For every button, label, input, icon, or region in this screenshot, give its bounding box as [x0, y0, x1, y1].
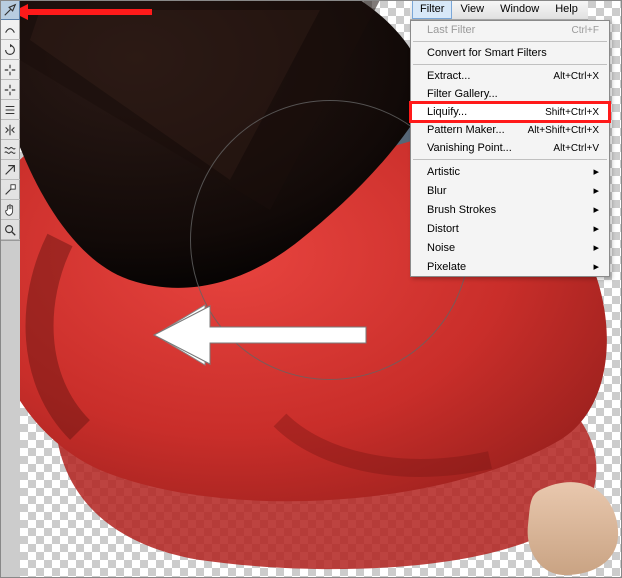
submenu-arrow-icon — [587, 165, 599, 178]
menu-item-label: Distort — [427, 223, 459, 235]
menu-separator — [413, 41, 607, 42]
submenu-arrow-icon — [587, 222, 599, 235]
menu-item-label: Vanishing Point... — [427, 142, 512, 154]
freeze-mask-tool[interactable] — [0, 160, 20, 180]
menu-separator — [413, 64, 607, 65]
menu-item-liquify[interactable]: Liquify... Shift+Ctrl+X — [411, 103, 609, 121]
direction-arrow-icon — [150, 300, 370, 370]
submenu-arrow-icon — [587, 184, 599, 197]
turbulence-tool[interactable] — [0, 140, 20, 160]
callout-arrow-icon — [12, 4, 152, 20]
menu-item-last-filter: Last Filter Ctrl+F — [411, 21, 609, 39]
zoom-tool[interactable] — [0, 220, 20, 240]
menu-item-label: Brush Strokes — [427, 204, 496, 216]
menu-item-noise[interactable]: Noise — [411, 238, 609, 257]
menu-item-vanishing-point[interactable]: Vanishing Point... Alt+Ctrl+V — [411, 139, 609, 157]
filter-dropdown: Last Filter Ctrl+F Convert for Smart Fil… — [410, 20, 610, 277]
menu-item-label: Convert for Smart Filters — [427, 47, 547, 59]
menu-help[interactable]: Help — [547, 0, 586, 19]
menu-window[interactable]: Window — [492, 0, 547, 19]
menu-item-shortcut: Alt+Ctrl+X — [553, 71, 599, 82]
menu-filter[interactable]: Filter — [412, 0, 452, 19]
menubar: Filter View Window Help — [410, 0, 588, 20]
menu-item-distort[interactable]: Distort — [411, 219, 609, 238]
liquify-toolbar — [0, 0, 20, 241]
submenu-arrow-icon — [587, 241, 599, 254]
bloat-tool[interactable] — [0, 80, 20, 100]
menu-item-shortcut: Alt+Shift+Ctrl+X — [528, 125, 599, 136]
menu-item-shortcut: Shift+Ctrl+X — [545, 107, 599, 118]
menu-item-label: Pattern Maker... — [427, 124, 505, 136]
menu-item-shortcut: Ctrl+F — [572, 25, 600, 36]
menu-item-label: Noise — [427, 242, 455, 254]
menu-item-label: Blur — [427, 185, 447, 197]
menu-item-label: Extract... — [427, 70, 470, 82]
menu-separator — [413, 159, 607, 160]
submenu-arrow-icon — [587, 260, 599, 273]
menu-item-label: Artistic — [427, 166, 460, 178]
menu-item-pattern-maker[interactable]: Pattern Maker... Alt+Shift+Ctrl+X — [411, 121, 609, 139]
menu-item-blur[interactable]: Blur — [411, 181, 609, 200]
menu-item-filter-gallery[interactable]: Filter Gallery... — [411, 85, 609, 103]
forward-warp-tool[interactable] — [0, 0, 20, 20]
push-left-tool[interactable] — [0, 100, 20, 120]
menu-item-label: Last Filter — [427, 24, 475, 36]
menu-item-label: Liquify... — [427, 106, 467, 118]
menu-item-brush-strokes[interactable]: Brush Strokes — [411, 200, 609, 219]
twirl-clockwise-tool[interactable] — [0, 40, 20, 60]
reconstruct-tool[interactable] — [0, 20, 20, 40]
pucker-tool[interactable] — [0, 60, 20, 80]
hand-tool[interactable] — [0, 200, 20, 220]
menu-item-label: Pixelate — [427, 261, 466, 273]
menu-item-convert-smart-filters[interactable]: Convert for Smart Filters — [411, 44, 609, 62]
submenu-arrow-icon — [587, 203, 599, 216]
menu-view[interactable]: View — [452, 0, 492, 19]
menu-item-pixelate[interactable]: Pixelate — [411, 257, 609, 276]
menu-item-shortcut: Alt+Ctrl+V — [553, 143, 599, 154]
mirror-tool[interactable] — [0, 120, 20, 140]
menu-item-extract[interactable]: Extract... Alt+Ctrl+X — [411, 67, 609, 85]
menu-item-label: Filter Gallery... — [427, 88, 498, 100]
menu-item-artistic[interactable]: Artistic — [411, 162, 609, 181]
thaw-mask-tool[interactable] — [0, 180, 20, 200]
